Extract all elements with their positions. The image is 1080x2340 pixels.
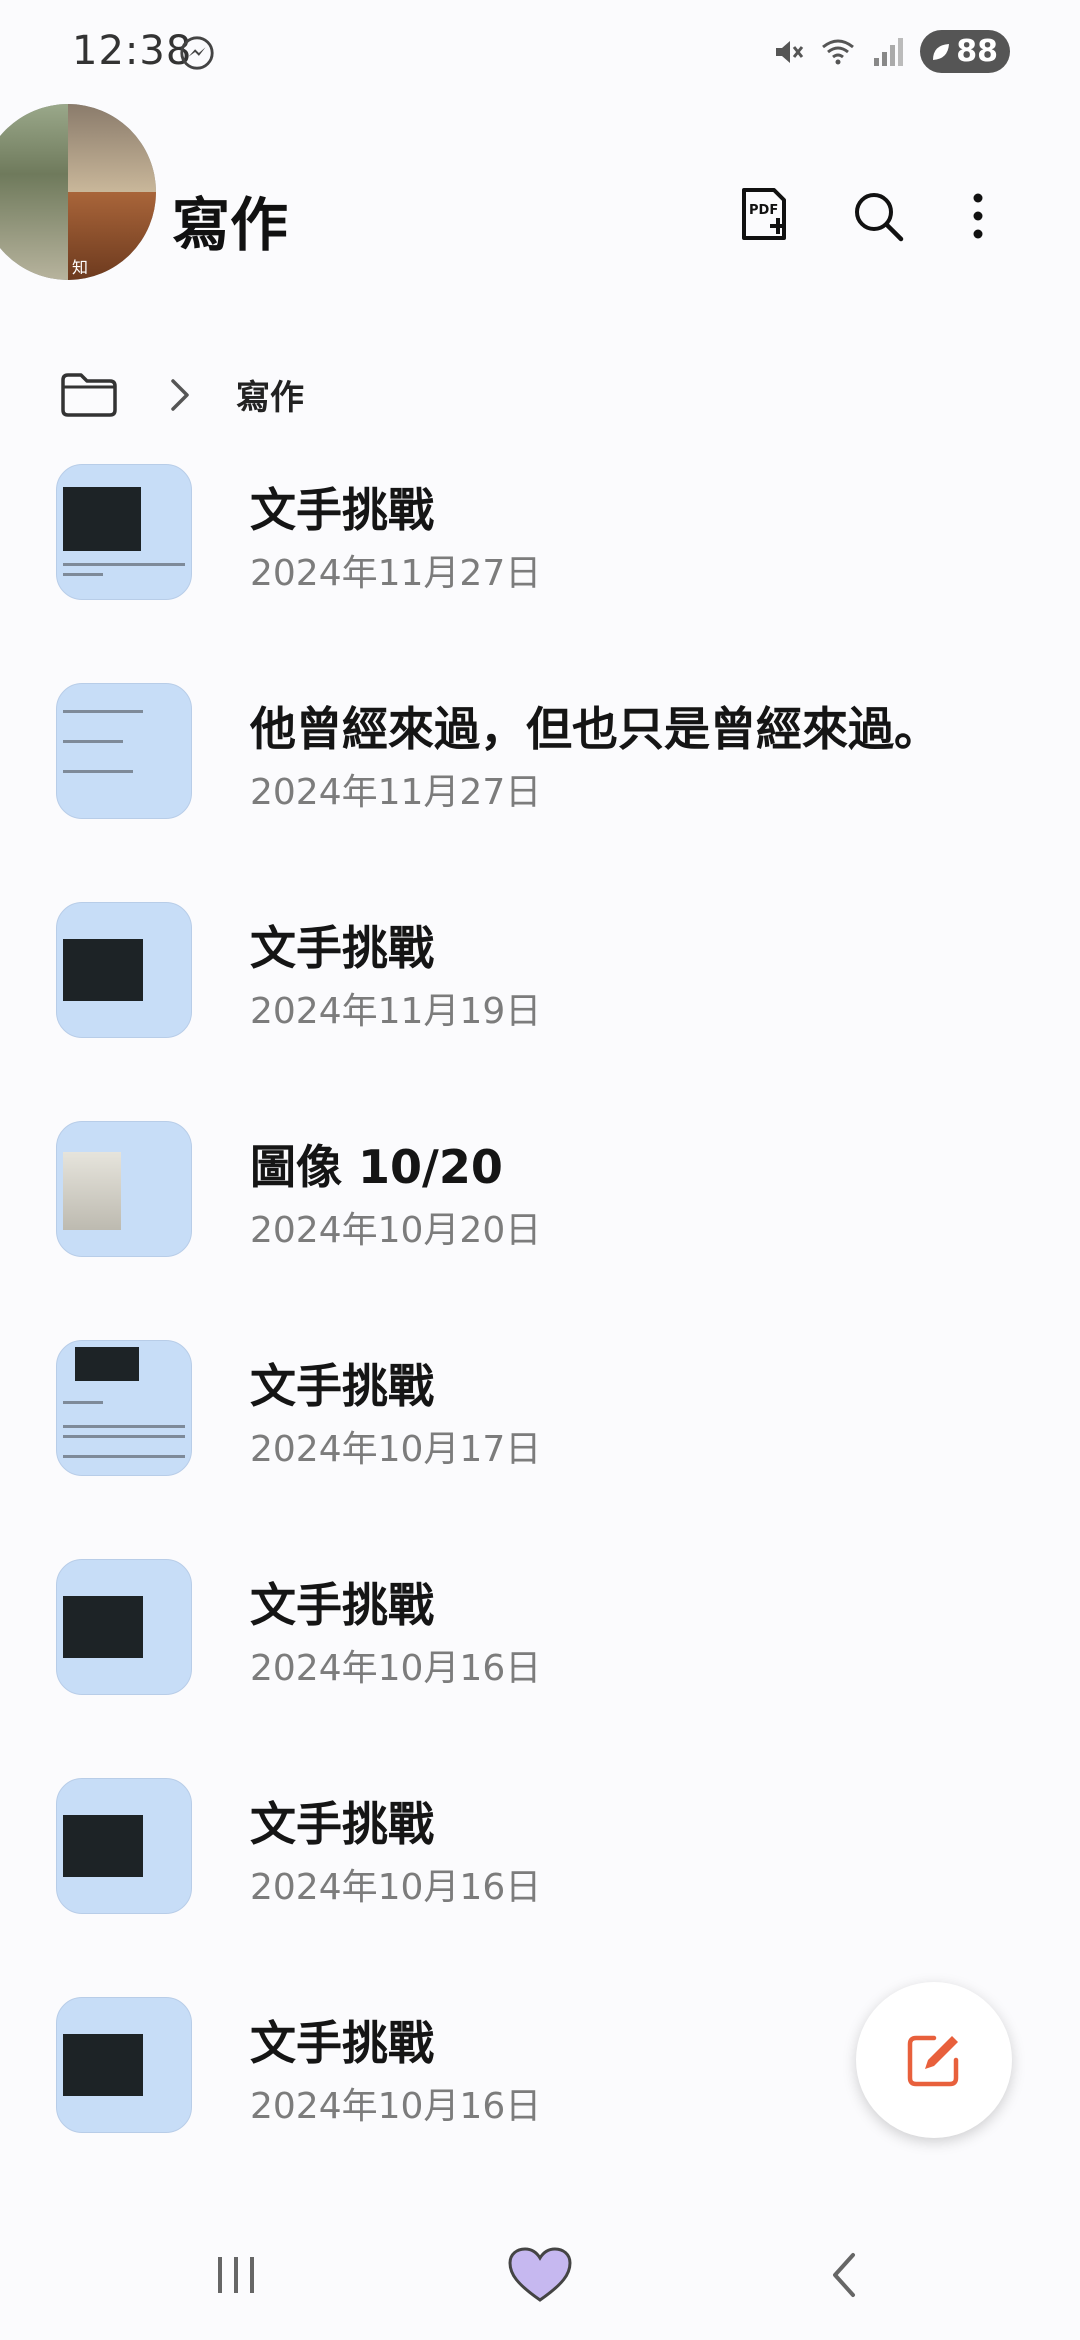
pdf-add-icon: PDF [742,188,786,240]
heart-icon [508,2247,572,2302]
more-options-button[interactable] [946,184,1010,248]
note-date: 2024年11月27日 [250,553,542,594]
note-date: 2024年10月16日 [250,2086,542,2127]
folder-icon[interactable] [60,372,118,418]
list-item[interactable]: 文手挑戰 2024年10月17日 [0,1334,1080,1553]
note-title: 文手挑戰 [250,483,434,537]
note-thumbnail [56,683,192,819]
list-item[interactable]: 文手挑戰 2024年10月16日 [0,1553,1080,1772]
compose-icon [907,2035,959,2087]
note-date: 2024年11月27日 [250,772,542,813]
search-button[interactable] [846,184,910,248]
breadcrumb: 寫作 [60,370,304,419]
search-icon [855,193,904,242]
chevron-left-icon [833,2253,855,2297]
battery-icon [933,43,950,60]
battery-level: 88 [956,34,998,69]
chevron-right-icon [171,378,189,411]
note-thumbnail [56,1121,192,1257]
pdf-import-button[interactable]: PDF [732,184,796,248]
note-thumbnail [56,464,192,600]
svg-text:PDF: PDF [749,203,778,218]
list-item[interactable]: 文手挑戰 2024年11月27日 [0,458,1080,677]
note-title: 他曾經來過，但也只是曾經來過。 [250,702,940,756]
app-header: 知 寫作 PDF [0,100,1080,280]
back-button[interactable] [804,2240,884,2310]
note-thumbnail [56,902,192,1038]
note-date: 2024年10月17日 [250,1429,542,1470]
note-title: 文手挑戰 [250,1578,434,1632]
list-item[interactable]: 圖像 10/20 2024年10月20日 [0,1115,1080,1334]
list-item[interactable]: 文手挑戰 2024年10月16日 [0,1772,1080,1991]
note-date: 2024年11月19日 [250,991,542,1032]
system-nav-bar [0,2210,1080,2340]
breadcrumb-current[interactable]: 寫作 [236,370,304,419]
note-title: 文手挑戰 [250,921,434,975]
signal-icon [874,37,904,66]
note-date: 2024年10月16日 [250,1648,542,1689]
note-title: 圖像 10/20 [250,1140,503,1194]
list-item[interactable]: 文手挑戰 2024年11月19日 [0,896,1080,1115]
list-item[interactable]: 他曾經來過，但也只是曾經來過。 2024年11月27日 [0,677,1080,896]
messenger-icon [180,36,214,70]
home-button[interactable] [500,2240,580,2310]
avatar-text: 知 [72,258,89,277]
note-title: 文手挑戰 [250,1359,434,1413]
note-thumbnail [56,1559,192,1695]
avatar[interactable]: 知 [0,104,156,280]
recent-apps-button[interactable] [196,2240,276,2310]
note-thumbnail [56,1997,192,2133]
notes-list: 文手挑戰 2024年11月27日 他曾經來過，但也只是曾經來過。 2024年11… [0,458,1080,2210]
recent-apps-icon [218,2257,254,2293]
status-time: 12:38 [72,28,193,74]
wifi-icon [822,39,855,64]
note-date: 2024年10月16日 [250,1867,542,1908]
note-thumbnail [56,1340,192,1476]
mute-icon [776,40,804,63]
page-title: 寫作 [172,191,289,259]
note-date: 2024年10月20日 [250,1210,542,1251]
note-title: 文手挑戰 [250,2016,434,2070]
note-title: 文手挑戰 [250,1797,434,1851]
battery-indicator: 88 [920,30,1010,73]
more-vert-icon [973,193,983,239]
new-note-button[interactable] [856,1982,1012,2138]
status-bar: 12:38 88 [0,0,1080,110]
note-thumbnail [56,1778,192,1914]
